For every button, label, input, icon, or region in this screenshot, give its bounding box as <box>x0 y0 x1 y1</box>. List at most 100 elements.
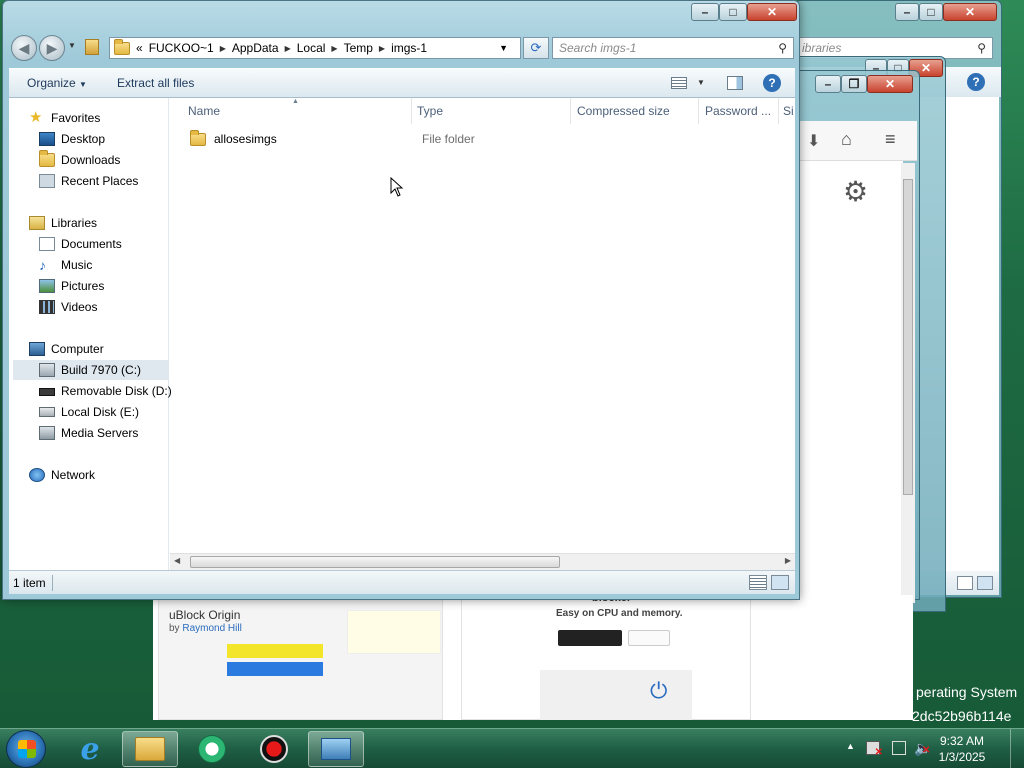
blocker-card[interactable]: blocker Easy on CPU and memory. ⏻ <box>461 595 751 720</box>
help-icon[interactable]: ? <box>763 74 781 92</box>
ublock-yellow-button[interactable] <box>227 644 323 658</box>
explorer-window[interactable]: – □ ✕ ◀ ▶ ▼ « FUCKOO~1 ▶ AppData ▶ Local… <box>2 0 800 600</box>
breadcrumb-item-temp[interactable]: Temp <box>344 41 373 55</box>
nav-documents[interactable]: Documents <box>39 234 122 254</box>
minimize-button[interactable]: – <box>691 3 719 21</box>
ublock-blue-button[interactable] <box>227 662 323 676</box>
list-item[interactable]: allosesimgs File folder <box>180 128 780 150</box>
nav-drive-d[interactable]: Removable Disk (D:) <box>39 381 172 401</box>
column-label: Compressed size <box>577 104 670 118</box>
column-label: Type <box>417 104 444 118</box>
videos-icon <box>39 300 55 314</box>
column-header-type[interactable]: Type <box>411 98 571 124</box>
breadcrumb-item-local[interactable]: Local <box>297 41 326 55</box>
horizontal-scrollbar[interactable]: ◀ ▶ <box>170 553 795 570</box>
close-button[interactable]: ✕ <box>747 3 797 21</box>
column-header-size[interactable]: Si <box>779 98 795 124</box>
breadcrumb-separator-icon[interactable]: ▶ <box>285 44 291 53</box>
maximize-button[interactable]: □ <box>919 3 943 21</box>
search-placeholder: ibraries <box>802 41 842 55</box>
taskbar-image-viewer[interactable] <box>308 731 364 767</box>
show-desktop-button[interactable] <box>1010 729 1024 768</box>
breadcrumb-item-fuckoo[interactable]: FUCKOO~1 <box>149 41 214 55</box>
nav-drive-c[interactable]: Build 7970 (C:) <box>13 360 169 380</box>
change-view-icon[interactable] <box>671 77 687 89</box>
blocker-light-button[interactable] <box>628 630 670 646</box>
breadcrumb-overflow[interactable]: « <box>136 41 143 55</box>
recent-pages-dropdown-icon[interactable]: ▼ <box>68 41 76 50</box>
breadcrumb-separator-icon[interactable]: ▶ <box>220 44 226 53</box>
download-arrow-icon[interactable]: ⬇ <box>807 131 820 151</box>
menu-icon[interactable]: ≡ <box>885 129 896 150</box>
breadcrumb-separator-icon[interactable]: ▶ <box>331 44 337 53</box>
maximize-button[interactable]: □ <box>719 3 747 21</box>
breadcrumb-item-imgs-1[interactable]: imgs-1 <box>391 41 427 55</box>
show-hidden-icons-button[interactable]: ▲ <box>846 741 855 751</box>
close-button[interactable]: ✕ <box>943 3 997 21</box>
column-header-password[interactable]: Password ... <box>699 98 779 124</box>
ublock-card[interactable]: uBlock Origin by Raymond Hill <box>158 595 443 720</box>
nav-drive-e[interactable]: Local Disk (E:) <box>39 402 139 422</box>
large-icons-view-icon[interactable] <box>771 575 789 590</box>
explorer-folder-icon <box>135 737 165 761</box>
taskbar-app-green[interactable] <box>184 731 240 767</box>
action-center-icon[interactable]: ✕ <box>866 741 883 758</box>
column-header-compressed-size[interactable]: Compressed size <box>571 98 699 124</box>
tiles-view-icon[interactable] <box>977 576 993 590</box>
command-bar: Organize ▼ Extract all files ▼ ? <box>9 68 795 98</box>
volume-icon[interactable]: 🔈 ✕ <box>914 740 931 757</box>
nav-desktop[interactable]: Desktop <box>39 129 105 149</box>
details-view-icon[interactable] <box>749 575 767 590</box>
view-dropdown-icon[interactable]: ▼ <box>697 78 705 87</box>
help-icon[interactable]: ? <box>967 73 985 91</box>
ublock-author-link[interactable]: Raymond Hill <box>182 623 241 634</box>
forward-button[interactable]: ▶ <box>39 35 65 61</box>
nav-libraries[interactable]: Libraries <box>29 213 97 233</box>
breadcrumb-item-appdata[interactable]: AppData <box>232 41 279 55</box>
nav-media-servers[interactable]: Media Servers <box>39 423 138 443</box>
taskbar-recorder[interactable] <box>246 731 302 767</box>
organize-menu[interactable]: Organize ▼ <box>9 76 97 90</box>
nav-favorites[interactable]: ★ Favorites <box>29 108 100 128</box>
folder-icon <box>190 129 206 146</box>
taskbar-internet-explorer[interactable]: e <box>62 731 118 767</box>
computer-icon <box>29 342 45 356</box>
minimize-button[interactable]: – <box>815 75 841 93</box>
nav-videos[interactable]: Videos <box>39 297 97 317</box>
address-dropdown-icon[interactable]: ▼ <box>499 43 508 53</box>
downloads-folder-icon <box>39 150 55 167</box>
extract-all-button[interactable]: Extract all files <box>97 76 204 90</box>
refresh-button[interactable]: ⟳ <box>523 37 549 59</box>
search-input[interactable]: Search imgs-1 ⚲ <box>552 37 794 59</box>
nav-computer[interactable]: Computer <box>29 339 104 359</box>
home-icon[interactable]: ⌂ <box>841 129 852 150</box>
restore-button[interactable]: ❐ <box>841 75 867 93</box>
nav-label: Documents <box>61 237 122 251</box>
blocker-dark-button[interactable] <box>558 630 622 646</box>
close-button[interactable]: ✕ <box>867 75 913 93</box>
nav-downloads[interactable]: Downloads <box>39 150 120 170</box>
desktop-watermark-os: perating System <box>916 684 1018 700</box>
nav-recent-places[interactable]: Recent Places <box>39 171 138 191</box>
address-bar[interactable]: « FUCKOO~1 ▶ AppData ▶ Local ▶ Temp ▶ im… <box>109 37 521 59</box>
scroll-right-icon[interactable]: ▶ <box>785 556 791 565</box>
breadcrumb-separator-icon[interactable]: ▶ <box>379 44 385 53</box>
back-button[interactable]: ◀ <box>11 35 37 61</box>
scroll-left-icon[interactable]: ◀ <box>174 556 180 565</box>
scroll-thumb[interactable] <box>190 556 560 568</box>
browser-vscroll[interactable] <box>901 163 915 603</box>
blocker-preview: ⏻ <box>540 670 692 720</box>
clock[interactable]: 9:32 AM 1/3/2025 <box>930 733 994 765</box>
nav-music[interactable]: ♪ Music <box>39 255 92 275</box>
nav-network[interactable]: Network <box>29 465 95 485</box>
column-label: Si <box>783 104 794 118</box>
minimize-button[interactable]: – <box>895 3 919 21</box>
scroll-thumb[interactable] <box>903 179 913 495</box>
nav-pictures[interactable]: Pictures <box>39 276 104 296</box>
network-tray-icon[interactable] <box>892 741 906 755</box>
details-view-icon[interactable] <box>957 576 973 590</box>
gear-icon[interactable]: ⚙ <box>843 175 868 208</box>
taskbar-explorer[interactable] <box>122 731 178 767</box>
start-button[interactable] <box>6 730 46 768</box>
preview-pane-icon[interactable] <box>727 76 743 90</box>
